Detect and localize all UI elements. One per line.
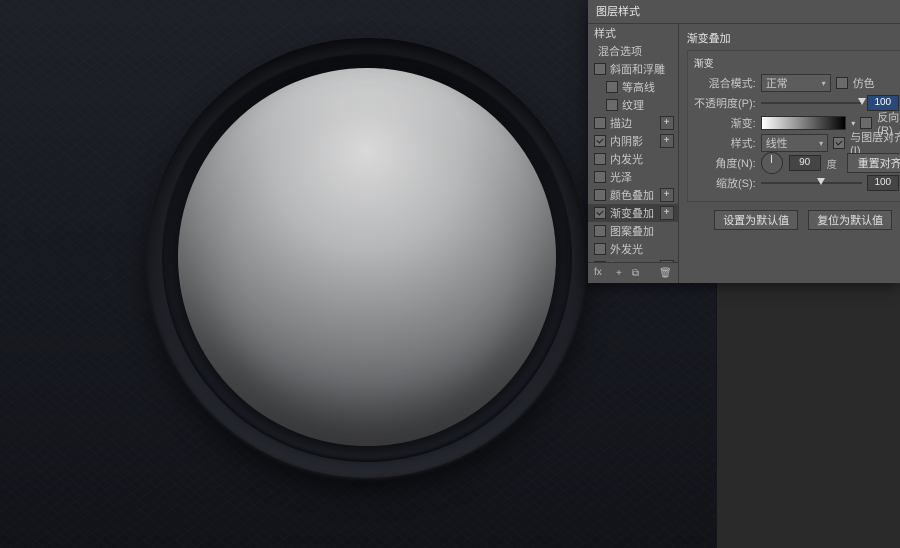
effect-row-innershadow[interactable]: 内阴影 + — [588, 132, 678, 150]
sphere-layer — [178, 68, 556, 446]
blend-mode-value: 正常 — [766, 75, 788, 91]
layer-style-dialog: 图层样式 样式混合选项斜面和浮雕等高线纹理描边+内阴影+内发光光泽颜色叠加+渐变… — [588, 0, 900, 283]
add-effect-icon[interactable]: + — [616, 268, 622, 279]
style-label: 样式: — [694, 135, 756, 151]
effect-row-bevel[interactable]: 斜面和浮雕 — [588, 60, 678, 78]
effect-label: 内阴影 — [610, 133, 656, 149]
scale-value[interactable]: 100 — [867, 175, 899, 191]
effect-checkbox[interactable] — [594, 207, 606, 219]
effect-row-gradoverlay[interactable]: 渐变叠加 + — [588, 204, 678, 222]
effect-checkbox[interactable] — [594, 63, 606, 75]
effect-label: 斜面和浮雕 — [610, 61, 674, 77]
angle-dial[interactable] — [761, 152, 783, 174]
gradient-swatch[interactable] — [761, 116, 847, 130]
add-instance-icon[interactable]: + — [660, 188, 674, 202]
dialog-title: 图层样式 — [588, 0, 900, 24]
scale-slider[interactable] — [761, 176, 862, 190]
effect-label: 外发光 — [610, 241, 674, 257]
reset-default-button[interactable]: 复位为默认值 — [808, 210, 892, 230]
chevron-down-icon[interactable]: ▾ — [851, 119, 855, 128]
effect-row-innerglow[interactable]: 内发光 — [588, 150, 678, 168]
make-default-button[interactable]: 设置为默认值 — [714, 210, 798, 230]
effect-checkbox[interactable] — [594, 243, 606, 255]
copy-effect-icon[interactable]: ⧉ — [632, 268, 639, 279]
dither-label: 仿色 — [853, 75, 875, 91]
fx-icon[interactable]: fx — [594, 267, 606, 279]
effects-list-column: 样式混合选项斜面和浮雕等高线纹理描边 + 内阴影 + 内发光光泽颜色叠加 + 渐变叠加 + 图案… — [588, 24, 679, 283]
align-layer-checkbox[interactable] — [833, 137, 845, 149]
effect-row-contour[interactable]: 等高线 — [588, 78, 678, 96]
effect-row-stroke[interactable]: 描边 + — [588, 114, 678, 132]
scale-label: 缩放(S): — [694, 175, 756, 191]
effect-label: 描边 — [610, 115, 656, 131]
effect-row-satin[interactable]: 光泽 — [588, 168, 678, 186]
opacity-label: 不透明度(P): — [694, 95, 756, 111]
gradient-style-select[interactable]: 线性 ▾ — [761, 134, 828, 152]
effect-label: 等高线 — [622, 79, 674, 95]
effect-row-patternoverlay[interactable]: 图案叠加 — [588, 222, 678, 240]
chevron-down-icon: ▾ — [819, 139, 823, 148]
effect-checkbox[interactable] — [594, 189, 606, 201]
effect-row-outerglow[interactable]: 外发光 — [588, 240, 678, 258]
effect-checkbox[interactable] — [594, 171, 606, 183]
effect-checkbox[interactable] — [606, 81, 618, 93]
effect-row-coloroverlay[interactable]: 颜色叠加 + — [588, 186, 678, 204]
effect-label: 内发光 — [610, 151, 674, 167]
effect-label: 颜色叠加 — [610, 187, 656, 203]
add-instance-icon[interactable]: + — [660, 116, 674, 130]
opacity-slider[interactable] — [761, 96, 862, 110]
right-panel-dock — [716, 283, 900, 548]
effect-checkbox[interactable] — [594, 153, 606, 165]
angle-value[interactable]: 90 — [789, 155, 821, 171]
effect-checkbox[interactable] — [594, 135, 606, 147]
effect-checkbox[interactable] — [606, 99, 618, 111]
blending-options[interactable]: 混合选项 — [588, 42, 678, 60]
delete-effect-icon[interactable]: 🗑 — [659, 268, 672, 279]
chevron-down-icon: ▾ — [822, 79, 826, 88]
group-title: 渐变 — [694, 55, 900, 70]
blend-mode-label: 混合模式: — [694, 75, 756, 91]
gradient-label: 渐变: — [694, 115, 756, 131]
blend-mode-select[interactable]: 正常 ▾ — [761, 74, 831, 92]
effect-row-texture[interactable]: 纹理 — [588, 96, 678, 114]
reverse-checkbox[interactable] — [860, 117, 872, 129]
effect-checkbox[interactable] — [594, 117, 606, 129]
gradient-style-value: 线性 — [766, 135, 788, 151]
effect-options-column: 渐变叠加 渐变 混合模式: 正常 ▾ 仿色 不透明度(P): — [679, 24, 900, 283]
reset-alignment-button[interactable]: 重置对齐 — [847, 153, 900, 173]
dither-checkbox[interactable] — [836, 77, 848, 89]
section-title: 渐变叠加 — [687, 30, 900, 46]
add-instance-icon[interactable]: + — [660, 134, 674, 148]
styles-header[interactable]: 样式 — [588, 24, 678, 42]
effect-label: 图案叠加 — [610, 223, 674, 239]
effect-checkbox[interactable] — [594, 225, 606, 237]
gradient-group: 渐变 混合模式: 正常 ▾ 仿色 不透明度(P): 100 — [687, 50, 900, 202]
effect-label: 光泽 — [610, 169, 674, 185]
effects-footer: fx + ⧉ 🗑 — [588, 262, 678, 283]
effect-label: 渐变叠加 — [610, 205, 656, 221]
effect-label: 纹理 — [622, 97, 674, 113]
angle-unit: 度 — [827, 156, 837, 171]
angle-label: 角度(N): — [694, 155, 756, 171]
add-instance-icon[interactable]: + — [660, 206, 674, 220]
